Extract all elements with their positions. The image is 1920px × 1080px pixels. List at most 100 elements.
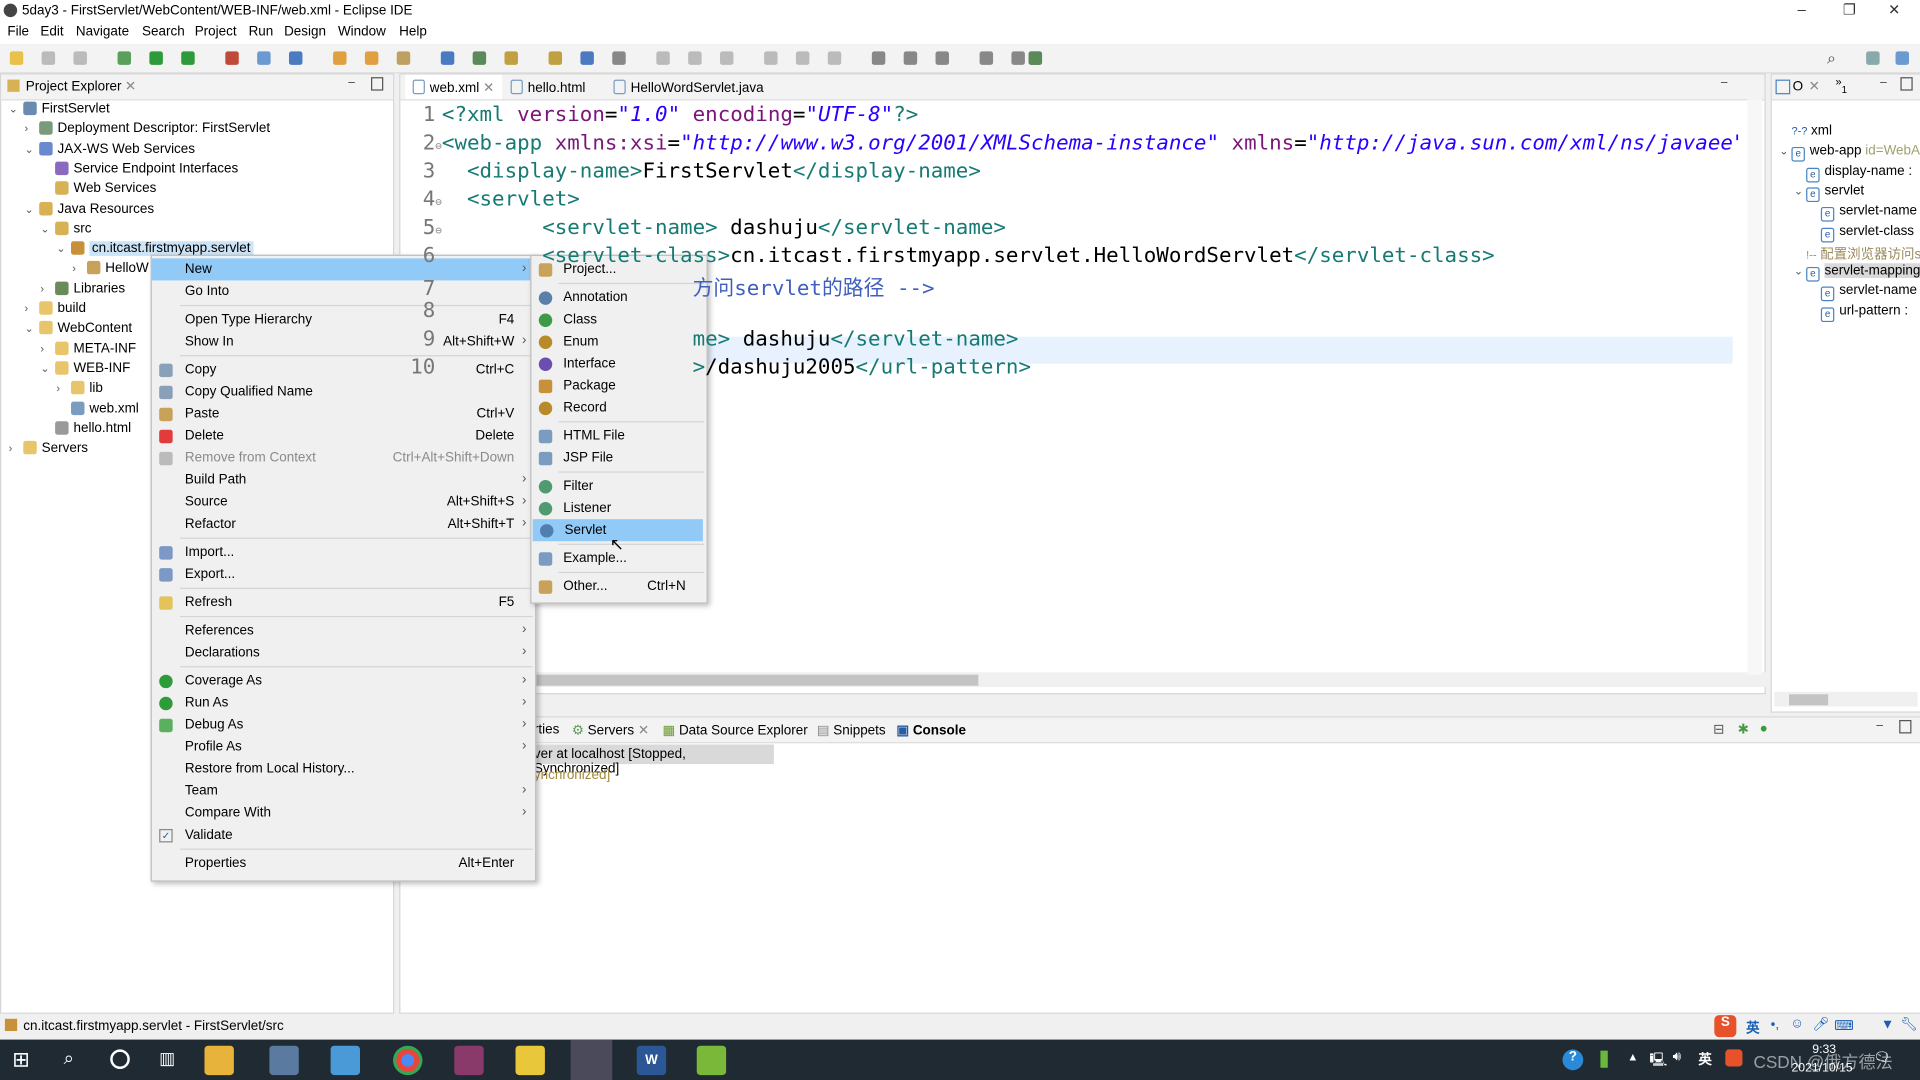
debug-server-icon[interactable]: ✱ xyxy=(1738,721,1749,737)
maximize-view-button[interactable] xyxy=(1899,720,1912,734)
menu-item-debug-as[interactable]: Debug As › xyxy=(152,714,535,736)
chevron-down-icon[interactable]: ⌄ xyxy=(24,203,39,216)
menu-project[interactable]: Project xyxy=(195,24,237,39)
scrollbar-thumb[interactable] xyxy=(522,674,979,686)
search-icon[interactable]: ⌕ xyxy=(1827,49,1836,69)
ime-keyboard-icon[interactable]: ⌨ xyxy=(1834,1018,1853,1034)
toolbar-button-icon[interactable] xyxy=(871,51,886,65)
notifications-icon[interactable]: 🗨︎ xyxy=(1873,1049,1890,1066)
winrar-icon[interactable] xyxy=(454,1045,484,1076)
menu-run[interactable]: Run xyxy=(249,24,274,39)
tree-item[interactable]: › lib xyxy=(56,381,103,396)
ime-mic-icon[interactable]: 🎤︎ xyxy=(1812,1016,1829,1033)
tree-item[interactable]: › build xyxy=(24,301,86,316)
clock-time[interactable]: 9:33 xyxy=(1812,1043,1836,1056)
tab-console[interactable]: ▣ Console xyxy=(896,722,966,739)
toolbar-button-icon[interactable] xyxy=(935,51,949,65)
file-explorer-icon[interactable] xyxy=(204,1045,234,1076)
menu-item-other[interactable]: Other... Ctrl+N xyxy=(531,576,706,598)
toolbar-button-icon[interactable] xyxy=(827,51,842,65)
menu-help[interactable]: Help xyxy=(399,24,427,39)
chevron-right-icon[interactable]: › xyxy=(40,342,55,354)
ime-emoji-icon[interactable]: ☺ xyxy=(1790,1016,1804,1031)
menu-item-compare-with[interactable]: Compare With › xyxy=(152,802,535,824)
menu-item-validate[interactable]: ✓ Validate xyxy=(152,824,535,846)
cortana-icon[interactable] xyxy=(110,1049,130,1069)
chevron-down-icon[interactable]: ⌄ xyxy=(1779,145,1791,158)
toolbar-button-icon[interactable] xyxy=(396,51,411,65)
menu-item-delete[interactable]: Delete Delete xyxy=(152,425,535,447)
outline-item[interactable]: ⌄ e web-app id=WebA xyxy=(1779,144,1920,162)
chevron-down-icon[interactable]: ⌄ xyxy=(1794,265,1806,278)
chevron-right-icon[interactable]: › xyxy=(24,123,39,135)
chevron-right-icon[interactable]: › xyxy=(40,282,55,294)
scrollbar-thumb[interactable] xyxy=(1788,694,1829,706)
tree-item[interactable]: ⌄ Java Resources xyxy=(24,201,154,216)
toolbar-button-icon[interactable] xyxy=(656,51,670,65)
clock-date[interactable]: 2021/10/15 xyxy=(1791,1062,1852,1075)
toolbar-button-icon[interactable] xyxy=(979,51,994,65)
ime-tray-language[interactable]: 英 xyxy=(1698,1049,1711,1069)
menu-item-html-file[interactable]: HTML File xyxy=(531,425,706,447)
tree-item[interactable]: ⌄ JAX-WS Web Services xyxy=(24,141,195,156)
server-child-row[interactable]: ynchronized] xyxy=(534,768,610,783)
outline-item[interactable]: e servlet-name xyxy=(1809,203,1917,222)
menu-item-export[interactable]: Export... xyxy=(152,563,535,585)
toolbar-button-icon[interactable] xyxy=(548,51,563,65)
collapse-icon[interactable]: ⊟ xyxy=(1713,721,1724,737)
menu-item-paste[interactable]: Paste Ctrl+V xyxy=(152,403,535,425)
tree-item[interactable]: › Servers xyxy=(9,440,88,456)
tree-item[interactable]: Service Endpoint Interfaces xyxy=(40,161,238,176)
code-line[interactable]: 7 方问servlet的路径 --> xyxy=(410,271,935,301)
minimize-view-button[interactable]: − xyxy=(1876,719,1884,734)
usb-icon[interactable] xyxy=(1600,1050,1608,1068)
help-tray-icon[interactable]: ? xyxy=(1562,1049,1584,1071)
ime-skin-icon[interactable]: ▼ xyxy=(1881,1018,1894,1033)
tree-item[interactable]: › META-INF xyxy=(40,341,136,356)
code-line[interactable]: 10 >/dashuju2005</url-pattern> xyxy=(410,355,1031,379)
menu-item-team[interactable]: Team › xyxy=(152,780,535,802)
open-perspective-icon[interactable] xyxy=(1866,51,1880,65)
toolbar-button-icon[interactable] xyxy=(225,51,239,65)
outline-horizontal-scrollbar[interactable] xyxy=(1774,691,1918,707)
tree-item[interactable]: ⌄ src xyxy=(40,221,91,236)
tree-item[interactable]: › HelloW xyxy=(72,261,149,276)
menu-item-refresh[interactable]: Refresh F5 xyxy=(152,591,535,613)
toolbar-button-icon[interactable] xyxy=(612,51,626,65)
code-line[interactable]: 2⊖<web-app xmlns:xsi="http://www.w3.org/… xyxy=(410,131,1740,155)
outline-tab[interactable]: O xyxy=(1793,80,1803,95)
toolbar-button-icon[interactable] xyxy=(9,51,24,65)
tree-item[interactable]: ⌄ WebContent xyxy=(24,321,132,336)
menu-search[interactable]: Search xyxy=(142,24,185,39)
tab-properties[interactable]: rties xyxy=(534,722,559,737)
chevron-right-icon[interactable]: › xyxy=(56,382,71,394)
chrome-icon[interactable] xyxy=(393,1045,423,1076)
windows-start-icon[interactable]: ⊞ xyxy=(12,1048,29,1072)
toolbar-button-icon[interactable] xyxy=(504,51,518,65)
outline-item[interactable]: ⌄ e servlet-mapping xyxy=(1794,263,1920,282)
sogou-ime-icon[interactable]: S xyxy=(1714,1015,1737,1038)
chevron-down-icon[interactable]: ⌄ xyxy=(24,322,39,335)
menu-navigate[interactable]: Navigate xyxy=(76,24,129,39)
editor-tab[interactable]: web.xml ✕ xyxy=(405,74,502,100)
toolbar-button-icon[interactable] xyxy=(764,51,778,65)
word-icon[interactable]: W xyxy=(636,1045,667,1076)
menu-item-declarations[interactable]: Declarations › xyxy=(152,642,535,664)
app-icon[interactable] xyxy=(330,1045,361,1076)
app-icon[interactable] xyxy=(269,1045,299,1076)
tray-expand-icon[interactable]: ▲ xyxy=(1627,1051,1638,1063)
toolbar-button-icon[interactable] xyxy=(149,51,163,65)
toolbar-button-icon[interactable] xyxy=(688,51,702,65)
menu-design[interactable]: Design xyxy=(284,24,326,39)
menu-item-profile-as[interactable]: Profile As › xyxy=(152,736,535,758)
chevron-down-icon[interactable]: ⌄ xyxy=(40,362,55,375)
menu-item-build-path[interactable]: Build Path › xyxy=(152,469,535,491)
code-line[interactable]: 8 xyxy=(410,299,442,323)
outline-item[interactable]: e url-pattern : xyxy=(1809,303,1908,322)
volume-icon[interactable]: 🔊︎ xyxy=(1673,1049,1681,1065)
chevron-down-icon[interactable]: ⌄ xyxy=(24,143,39,156)
chevron-right-icon[interactable]: › xyxy=(72,263,87,275)
menu-item-coverage-as[interactable]: Coverage As › xyxy=(152,670,535,692)
tree-item[interactable]: Web Services xyxy=(40,181,156,196)
toolbar-button-icon[interactable] xyxy=(440,51,455,65)
